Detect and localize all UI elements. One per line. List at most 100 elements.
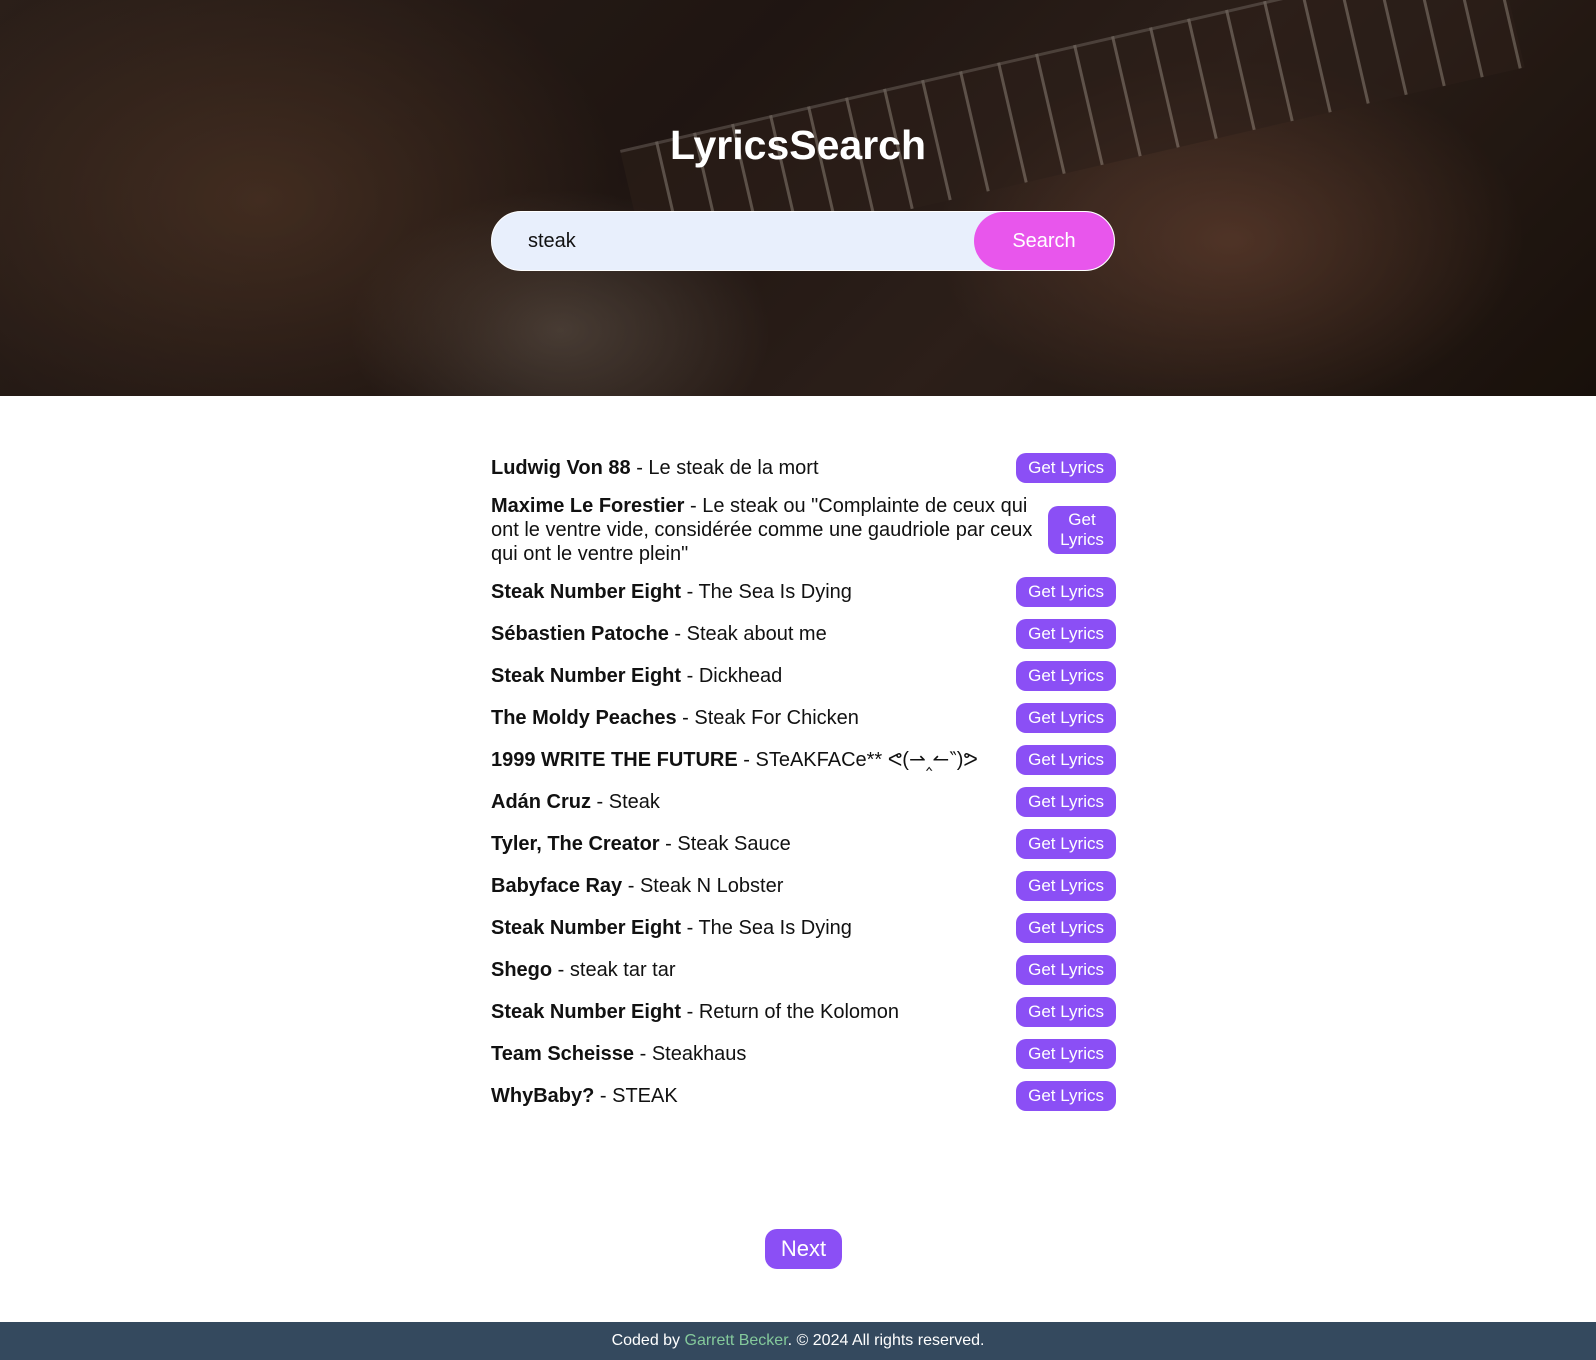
song-info: Babyface Ray - Steak N Lobster: [491, 874, 1016, 898]
separator: -: [681, 1001, 699, 1023]
result-row: Adán Cruz - Steak Get Lyrics: [491, 786, 1116, 818]
footer-suffix: . © 2024 All rights reserved.: [787, 1332, 985, 1349]
song-title: Steakhaus: [651, 1043, 747, 1065]
result-row: Steak Number Eight - The Sea Is Dying Get…: [491, 576, 1116, 608]
get-lyrics-button[interactable]: Get Lyrics: [1016, 453, 1116, 483]
song-title: Steak Sauce: [677, 833, 791, 855]
song-title: Steak For Chicken: [694, 707, 859, 729]
separator: -: [737, 749, 756, 771]
result-row: Sébastien Patoche - Steak about me Get Ly…: [491, 618, 1116, 650]
artist-name: Steak Number Eight: [491, 665, 682, 687]
hero-header: LyricsSearch Search: [0, 0, 1596, 396]
song-info: Tyler, The Creator - Steak Sauce: [491, 832, 1016, 856]
search-input[interactable]: [492, 212, 972, 270]
get-lyrics-button[interactable]: Get Lyrics: [1016, 829, 1116, 859]
artist-name: Team Scheisse: [491, 1043, 635, 1065]
separator: -: [634, 1043, 652, 1065]
song-title: The Sea Is Dying: [698, 581, 852, 603]
artist-name: WhyBaby?: [491, 1085, 595, 1107]
get-lyrics-button[interactable]: Get Lyrics: [1048, 506, 1116, 554]
page-title: LyricsSearch: [669, 122, 927, 168]
get-lyrics-button[interactable]: Get Lyrics: [1016, 577, 1116, 607]
separator: -: [594, 1085, 613, 1107]
result-row: Steak Number Eight - The Sea Is Dying Get…: [491, 912, 1116, 944]
artist-name: Adán Cruz: [491, 791, 591, 813]
get-lyrics-button[interactable]: Get Lyrics: [1016, 703, 1116, 733]
get-lyrics-button[interactable]: Get Lyrics: [1016, 955, 1116, 985]
get-lyrics-button[interactable]: Get Lyrics: [1016, 1081, 1116, 1111]
song-title: Steak about me: [686, 623, 827, 645]
song-title: Le steak de la mort: [648, 457, 819, 479]
separator: -: [668, 623, 687, 645]
song-info: The Moldy Peaches - Steak For Chicken: [491, 706, 1016, 730]
song-title: Dickhead: [698, 665, 783, 687]
footer: Coded by Garrett Becker. © 2024 All righ…: [0, 1322, 1596, 1360]
song-title: The Sea Is Dying: [698, 917, 852, 939]
hero-overlay: [0, 0, 1596, 396]
separator: -: [681, 665, 699, 687]
get-lyrics-button[interactable]: Get Lyrics: [1016, 997, 1116, 1027]
artist-name: The Moldy Peaches: [491, 707, 677, 729]
artist-name: Steak Number Eight: [491, 581, 682, 603]
song-info: 1999 WRITE THE FUTURE - STeAKFACe** ᕙ(⇀‸…: [491, 748, 1016, 772]
separator: -: [659, 833, 678, 855]
artist-name: Shego: [491, 959, 553, 981]
next-button[interactable]: Next: [765, 1229, 842, 1269]
result-row: Tyler, The Creator - Steak Sauce Get Lyri…: [491, 828, 1116, 860]
result-row: Steak Number Eight - Dickhead Get Lyrics: [491, 660, 1116, 692]
song-info: WhyBaby? - STEAK: [491, 1084, 1016, 1108]
artist-name: Tyler, The Creator: [491, 833, 660, 855]
result-row: WhyBaby? - STEAK Get Lyrics: [491, 1080, 1116, 1112]
song-info: Steak Number Eight - Dickhead: [491, 664, 1016, 688]
footer-prefix: Coded by: [611, 1332, 685, 1349]
artist-name: Babyface Ray: [491, 875, 623, 897]
artist-name: Steak Number Eight: [491, 1001, 682, 1023]
separator: -: [681, 581, 699, 603]
artist-name: Steak Number Eight: [491, 917, 682, 939]
get-lyrics-button[interactable]: Get Lyrics: [1016, 913, 1116, 943]
song-info: Adán Cruz - Steak: [491, 790, 1016, 814]
separator: -: [676, 707, 695, 729]
search-form: Search: [491, 211, 1115, 271]
artist-name: Ludwig Von 88: [491, 457, 631, 479]
search-button[interactable]: Search: [974, 212, 1114, 270]
result-row: 1999 WRITE THE FUTURE - STeAKFACe** ᕙ(⇀‸…: [491, 744, 1116, 776]
song-title: Steak N Lobster: [639, 875, 784, 897]
song-title: STEAK: [612, 1085, 678, 1107]
song-info: Steak Number Eight - The Sea Is Dying: [491, 916, 1016, 940]
separator: -: [681, 917, 699, 939]
song-info: Team Scheisse - Steakhaus: [491, 1042, 1016, 1066]
song-info: Steak Number Eight - The Sea Is Dying: [491, 580, 1016, 604]
song-info: Ludwig Von 88 - Le steak de la mort: [491, 456, 1016, 480]
get-lyrics-button[interactable]: Get Lyrics: [1016, 661, 1116, 691]
song-info: Maxime Le Forestier - Le steak ou "Compl…: [491, 494, 1048, 566]
result-row: Ludwig Von 88 - Le steak de la mort Get L…: [491, 452, 1116, 484]
get-lyrics-button[interactable]: Get Lyrics: [1016, 745, 1116, 775]
separator: -: [630, 457, 649, 479]
get-lyrics-button[interactable]: Get Lyrics: [1016, 1039, 1116, 1069]
separator: -: [684, 495, 703, 517]
artist-name: Sébastien Patoche: [491, 623, 669, 645]
result-row: Team Scheisse - Steakhaus Get Lyrics: [491, 1038, 1116, 1070]
get-lyrics-button[interactable]: Get Lyrics: [1016, 619, 1116, 649]
song-title: Steak: [608, 791, 660, 813]
separator: -: [622, 875, 640, 897]
results-list: Ludwig Von 88 - Le steak de la mort Get L…: [491, 452, 1116, 1122]
song-title: steak tar tar: [569, 959, 676, 981]
song-info: Steak Number Eight - Return of the Kolom…: [491, 1000, 1016, 1024]
artist-name: Maxime Le Forestier: [491, 495, 685, 517]
result-row: The Moldy Peaches - Steak For Chicken Get…: [491, 702, 1116, 734]
result-row: Maxime Le Forestier - Le steak ou "Compl…: [491, 494, 1116, 566]
artist-name: 1999 WRITE THE FUTURE: [491, 749, 738, 771]
song-info: Sébastien Patoche - Steak about me: [491, 622, 1016, 646]
result-row: Steak Number Eight - Return of the Kolom…: [491, 996, 1116, 1028]
separator: -: [591, 791, 609, 813]
result-row: Babyface Ray - Steak N Lobster Get Lyrics: [491, 870, 1116, 902]
song-title: STeAKFACe** ᕙ(⇀‸↼‶)ᕗ: [755, 749, 978, 771]
song-info: Shego - steak tar tar: [491, 958, 1016, 982]
get-lyrics-button[interactable]: Get Lyrics: [1016, 871, 1116, 901]
get-lyrics-button[interactable]: Get Lyrics: [1016, 787, 1116, 817]
separator: -: [552, 959, 570, 981]
author-link[interactable]: Garrett Becker: [685, 1332, 788, 1349]
result-row: Shego - steak tar tar Get Lyrics: [491, 954, 1116, 986]
